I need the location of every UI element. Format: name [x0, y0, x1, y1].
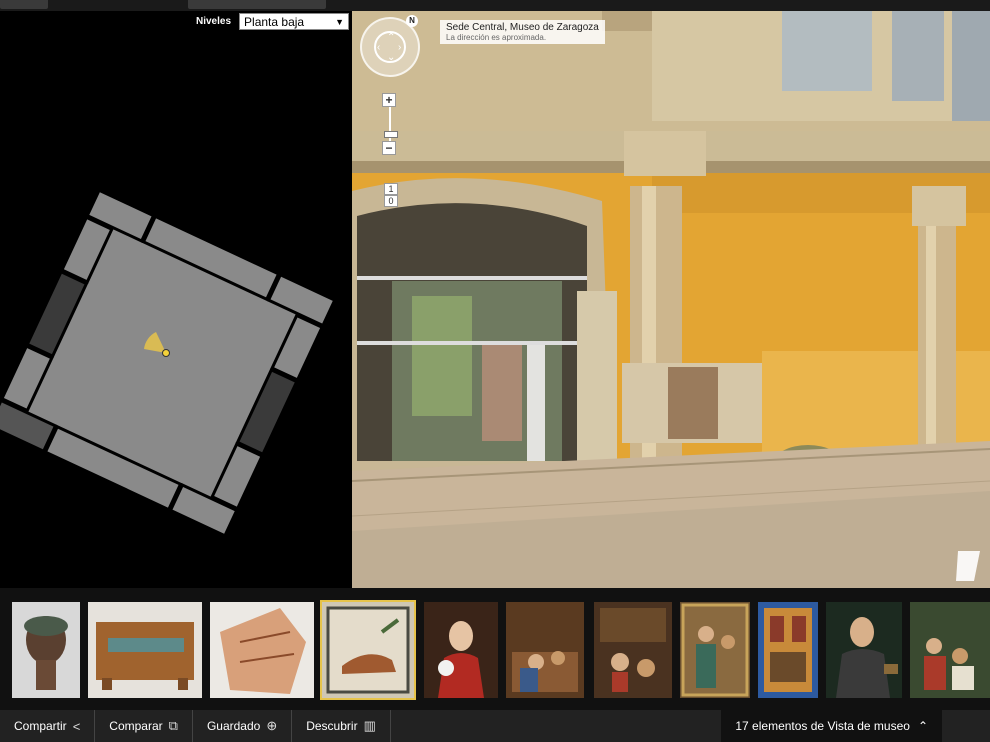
zoom-slider[interactable] — [384, 107, 398, 141]
add-saved-icon: ⊕ — [266, 718, 278, 733]
share-icon: < — [72, 718, 81, 734]
enamel-chest-thumb[interactable] — [88, 602, 202, 698]
floor-plan-panel: Niveles Planta baja ▼ — [0, 11, 352, 588]
dropdown-arrow-icon: ▼ — [335, 16, 345, 27]
top-strip — [0, 0, 990, 11]
levels-control: Niveles Planta baja ▼ — [196, 13, 350, 30]
chevron-up-icon: ⌃ — [917, 719, 928, 733]
discover-label: Descubrir — [306, 719, 358, 733]
mosaic-horse-thumb[interactable] — [320, 600, 416, 700]
item-filmstrip — [0, 588, 990, 710]
adoration-painting-thumb[interactable] — [594, 602, 672, 698]
levels-dropdown[interactable]: Planta baja ▼ — [239, 13, 350, 30]
zoom-slider-handle[interactable] — [384, 131, 398, 138]
floor-plan-map[interactable] — [0, 11, 352, 588]
pan-right-icon[interactable]: › — [398, 43, 401, 53]
discover-button[interactable]: Descubrir ▥ — [292, 710, 391, 742]
lady-portrait-thumb[interactable] — [424, 602, 498, 698]
armored-man-portrait-thumb[interactable] — [826, 602, 902, 698]
north-indicator-icon: N — [406, 15, 418, 27]
street-view-panorama[interactable]: ⌃ ⌄ ‹ › N Sede Central, Museo de Zaragoz… — [352, 11, 990, 588]
zoom-out-button[interactable]: − — [382, 141, 396, 155]
ceramic-fragment-thumb[interactable] — [210, 602, 314, 698]
location-info: Sede Central, Museo de Zaragoza La direc… — [440, 20, 605, 44]
bronze-head-thumb[interactable] — [12, 602, 80, 698]
saints-painting-thumb[interactable] — [680, 602, 750, 698]
location-subtitle: La dirección es aproximada. — [446, 33, 547, 42]
bottom-toolbar: Compartir < Comparar ⧉ Guardado ⊕ Descub… — [0, 710, 990, 742]
compass-control[interactable]: ⌃ ⌄ ‹ › N — [360, 15, 420, 77]
altarpiece-thumb[interactable] — [758, 602, 818, 698]
group-painting-thumb[interactable] — [910, 602, 990, 698]
levels-selected-value: Planta baja — [244, 14, 305, 29]
compare-label: Comparar — [109, 719, 163, 733]
item-count-label: 17 elementos de Vista de museo — [735, 719, 910, 733]
item-count-button[interactable]: 17 elementos de Vista de museo ⌃ — [721, 710, 942, 742]
nativity-painting-thumb[interactable] — [506, 602, 584, 698]
levels-label: Niveles — [196, 16, 232, 27]
location-title: Sede Central, Museo de Zaragoza — [446, 22, 599, 33]
pan-up-icon[interactable]: ⌃ — [387, 33, 395, 43]
zoom-in-button[interactable]: + — [382, 93, 396, 107]
floor-button-0[interactable]: 0 — [384, 195, 398, 207]
floor-button-1[interactable]: 1 — [384, 183, 398, 195]
saved-button[interactable]: Guardado ⊕ — [193, 710, 293, 742]
floor-selector: 1 0 — [384, 183, 398, 207]
compare-icon: ⧉ — [168, 718, 178, 733]
pan-left-icon[interactable]: ‹ — [377, 43, 380, 53]
zoom-control: + − — [382, 93, 398, 155]
books-icon: ▥ — [363, 718, 376, 733]
top-tab-1[interactable] — [0, 0, 48, 9]
top-tab-2[interactable] — [188, 0, 326, 9]
museum-facade-image — [352, 11, 990, 588]
share-button[interactable]: Compartir < — [0, 710, 96, 742]
pan-down-icon[interactable]: ⌄ — [387, 53, 395, 63]
saved-label: Guardado — [206, 719, 261, 733]
compare-button[interactable]: Comparar ⧉ — [95, 710, 193, 742]
share-label: Compartir — [14, 719, 67, 733]
